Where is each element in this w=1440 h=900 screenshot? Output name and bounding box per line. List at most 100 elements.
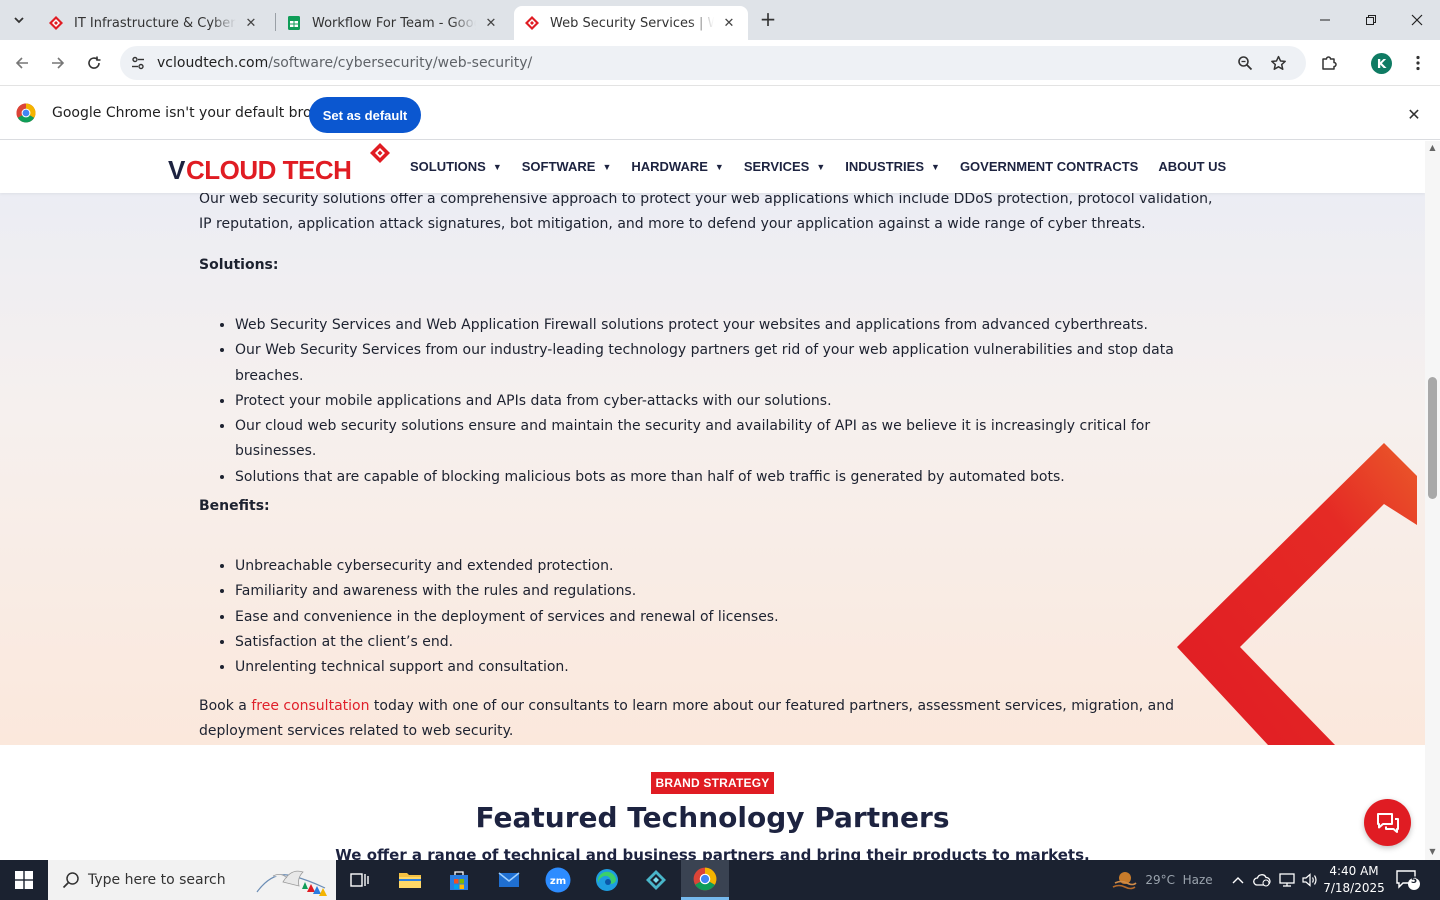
speaker-icon	[1302, 873, 1317, 887]
taskbar-mail[interactable]	[485, 860, 533, 900]
weather-text: 29°C Haze	[1145, 873, 1213, 887]
notification-center-button[interactable]: 5	[1394, 868, 1422, 892]
list-item: Solutions that are capable of blocking m…	[235, 465, 1229, 490]
chat-button[interactable]	[1364, 799, 1411, 846]
chevron-up-icon	[1232, 877, 1244, 884]
task-view-button[interactable]	[336, 860, 384, 900]
notification-count: 5	[1410, 876, 1418, 886]
scroll-up-icon[interactable]: ▲	[1428, 143, 1437, 152]
caret-down-icon: ▼	[714, 161, 724, 172]
list-item: Protect your mobile applications and API…	[235, 389, 1229, 414]
zoom-icon[interactable]	[1235, 53, 1255, 73]
taskbar-diamond-app[interactable]	[632, 860, 680, 900]
site-info-icon[interactable]	[128, 53, 148, 73]
intro-paragraph: Our web security solutions offer a compr…	[199, 191, 1213, 232]
task-view-icon	[350, 873, 369, 887]
vcloud-diamond-icon	[524, 15, 540, 31]
taskbar-edge[interactable]	[583, 860, 631, 900]
nav-government-contracts[interactable]: GOVERNMENT CONTRACTS	[960, 159, 1138, 174]
close-window-button[interactable]	[1394, 0, 1440, 40]
close-infobar-icon[interactable]: ✕	[1403, 103, 1425, 125]
folder-icon	[399, 873, 421, 888]
onedrive-tray-button[interactable]	[1252, 860, 1272, 900]
back-button[interactable]	[8, 49, 36, 77]
arrow-right-icon	[52, 57, 65, 69]
clock-time: 4:40 AM	[1329, 864, 1379, 878]
minimize-button[interactable]	[1302, 0, 1348, 40]
cta-text: Book a	[199, 698, 252, 714]
reload-icon	[88, 56, 101, 69]
taskbar-search-box[interactable]: Type here to search	[48, 860, 336, 900]
start-button[interactable]	[0, 860, 48, 900]
taskbar-search-placeholder: Type here to search	[88, 872, 226, 888]
browser-toolbar: vcloudtech.com/software/cybersecurity/we…	[0, 40, 1440, 86]
scrollbar-thumb[interactable]	[1428, 377, 1437, 499]
svg-text:V: V	[168, 155, 186, 185]
restore-icon	[1366, 15, 1376, 25]
benefits-list: Unbreachable cybersecurity and extended …	[199, 554, 1229, 680]
featured-partners-section: BRAND STRATEGY Featured Technology Partn…	[0, 745, 1425, 860]
profile-avatar[interactable]: K	[1371, 53, 1392, 74]
site-header: V CLOUD TECH SOLUTIONS ▼ SOFTWARE ▼ HARDWA…	[0, 141, 1425, 193]
edge-browser-icon	[596, 869, 618, 891]
windows-taskbar: Type here to search zm 29°C Haze 4:40 AM…	[0, 860, 1440, 900]
taskbar-file-explorer[interactable]	[386, 860, 434, 900]
network-tray-button[interactable]	[1276, 860, 1298, 900]
nav-services[interactable]: SERVICES ▼	[744, 159, 825, 174]
weather-haze-icon	[1112, 872, 1137, 890]
close-tab-icon[interactable]: ✕	[482, 14, 500, 32]
new-tab-button[interactable]: +	[756, 8, 780, 32]
vcloud-tech-logo[interactable]: V CLOUD TECH	[168, 143, 394, 189]
chrome-logo-icon	[693, 867, 717, 890]
scroll-down-icon[interactable]: ▼	[1428, 847, 1437, 856]
bookmark-star-icon[interactable]	[1268, 53, 1288, 73]
close-icon	[1411, 14, 1423, 26]
close-tab-icon[interactable]: ✕	[720, 14, 738, 32]
tab-it-infrastructure[interactable]: IT Infrastructure & Cybersecurity ✕	[38, 6, 270, 40]
benefits-heading: Benefits:	[199, 498, 270, 514]
forward-button[interactable]	[44, 49, 72, 77]
url-text[interactable]: vcloudtech.com/software/cybersecurity/we…	[157, 55, 532, 71]
list-item: Satisfaction at the client’s end.	[235, 630, 1229, 655]
restore-button[interactable]	[1348, 0, 1394, 40]
puzzle-piece-icon	[1322, 56, 1337, 70]
page-viewport: V CLOUD TECH SOLUTIONS ▼ SOFTWARE ▼ HARDWA…	[0, 141, 1425, 860]
address-bar[interactable]: vcloudtech.com/software/cybersecurity/we…	[120, 46, 1306, 80]
taskbar-zoom-app[interactable]: zm	[534, 860, 582, 900]
clock-date: 7/18/2025	[1323, 881, 1385, 895]
taskbar-microsoft-store[interactable]	[435, 860, 483, 900]
page-scrollbar[interactable]: ▲ ▼	[1425, 141, 1440, 860]
close-tab-icon[interactable]: ✕	[242, 14, 260, 32]
svg-text:zm: zm	[550, 876, 566, 887]
list-item: Unrelenting technical support and consul…	[235, 655, 1229, 680]
set-as-default-button[interactable]: Set as default	[309, 97, 421, 133]
nav-label: HARDWARE	[631, 159, 708, 174]
taskbar-clock[interactable]: 4:40 AM 7/18/2025	[1322, 863, 1386, 897]
tab-title: IT Infrastructure & Cybersecurity	[74, 15, 236, 31]
nav-label: INDUSTRIES	[845, 159, 925, 174]
tab-search-button[interactable]	[6, 7, 32, 33]
chevron-down-icon	[14, 17, 24, 24]
nav-software[interactable]: SOFTWARE ▼	[522, 159, 612, 174]
zoom-app-icon: zm	[545, 867, 571, 893]
list-item: Web Security Services and Web Applicatio…	[235, 313, 1229, 338]
weather-widget[interactable]: 29°C Haze	[1104, 860, 1220, 900]
nav-hardware[interactable]: HARDWARE ▼	[631, 159, 723, 174]
nav-label: SOFTWARE	[521, 159, 596, 174]
volume-tray-button[interactable]	[1300, 860, 1320, 900]
show-hidden-icons-button[interactable]	[1228, 860, 1248, 900]
taskbar-chrome[interactable]	[681, 860, 729, 900]
tab-web-security[interactable]: Web Security Services | Website ✕	[514, 6, 748, 40]
vcloud-diamond-icon	[48, 15, 64, 31]
site-main-nav: SOLUTIONS ▼ SOFTWARE ▼ HARDWARE ▼ SERVICES ▼…	[410, 159, 1246, 174]
nav-industries[interactable]: INDUSTRIES ▼	[845, 159, 940, 174]
reload-button[interactable]	[80, 49, 108, 77]
list-item: Our Web Security Services from our indus…	[235, 338, 1229, 389]
extensions-button[interactable]	[1315, 49, 1343, 77]
nav-about-us[interactable]: ABOUT US	[1158, 159, 1226, 174]
nav-solutions[interactable]: SOLUTIONS ▼	[410, 159, 502, 174]
tab-workflow-sheets[interactable]: Workflow For Team - Google Sheets ✕	[276, 6, 510, 40]
diamond-app-icon	[646, 870, 666, 890]
chrome-menu-button[interactable]	[1404, 49, 1432, 77]
free-consultation-link[interactable]: free consultation	[251, 698, 369, 714]
